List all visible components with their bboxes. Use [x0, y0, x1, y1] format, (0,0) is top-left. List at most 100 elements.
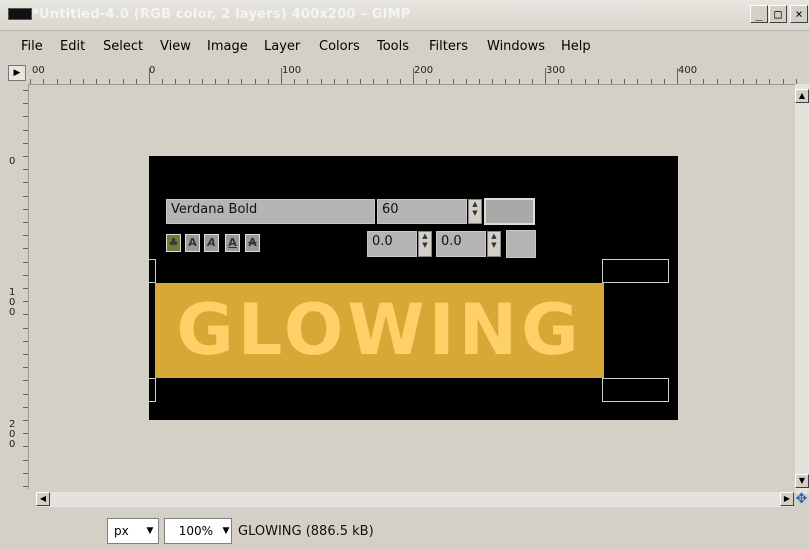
- text-color-button[interactable]: [484, 198, 535, 225]
- menu-layer[interactable]: Layer: [264, 39, 300, 54]
- ruler-tick: [782, 79, 784, 84]
- scroll-right-icon[interactable]: ▶: [780, 492, 794, 506]
- ruler-tick: [135, 79, 137, 84]
- ruler-tick: [83, 79, 84, 84]
- ruler-tick: [23, 433, 28, 435]
- ruler-tick: [23, 156, 28, 157]
- menu-help[interactable]: Help: [561, 39, 591, 54]
- menu-view[interactable]: View: [160, 39, 191, 54]
- ruler-tick: [23, 274, 28, 276]
- ruler-tick: [597, 79, 599, 84]
- scroll-up-icon[interactable]: ▲: [795, 89, 809, 103]
- ruler-tick: [23, 340, 28, 342]
- resize-handle-bottom-left[interactable]: [89, 378, 156, 402]
- ruler-tick: [228, 79, 230, 84]
- bold-icon[interactable]: A: [185, 234, 200, 252]
- ruler-tick: [122, 79, 124, 84]
- baseline-spinner[interactable]: ▲ ▼: [418, 231, 432, 257]
- ruler-tick: [281, 68, 282, 84]
- ruler-tick: [452, 79, 454, 84]
- menu-select[interactable]: Select: [103, 39, 143, 54]
- ruler-label: 00: [32, 65, 45, 76]
- menu-windows[interactable]: Windows: [487, 39, 545, 54]
- ruler-tick: [690, 79, 692, 84]
- ruler-tick: [215, 79, 216, 84]
- ruler-tick: [201, 79, 203, 84]
- ruler-label: 400: [678, 65, 698, 76]
- resize-handle-bottom-right[interactable]: [602, 378, 669, 402]
- underline-icon[interactable]: A: [225, 234, 240, 252]
- ruler-label: 0: [9, 156, 16, 167]
- ruler-tick: [96, 79, 98, 84]
- ruler-tick: [23, 486, 28, 487]
- ruler-tick: [23, 446, 28, 448]
- menu-colors[interactable]: Colors: [319, 39, 360, 54]
- ruler-tick: [492, 79, 494, 84]
- ruler-tick: [23, 380, 28, 382]
- vertical-scrollbar[interactable]: ▲ ▼: [795, 84, 809, 494]
- ruler-label: 300: [546, 65, 566, 76]
- ruler-tick: [23, 208, 28, 210]
- ruler-tick: [23, 235, 28, 237]
- font-size-field[interactable]: 60: [377, 199, 467, 224]
- menu-image[interactable]: Image: [207, 39, 248, 54]
- ruler-tick: [571, 79, 573, 84]
- italic-icon[interactable]: A: [204, 234, 219, 252]
- resize-handle-top-left[interactable]: [89, 259, 156, 283]
- ruler-tick: [479, 79, 480, 84]
- ruler-tick: [545, 68, 546, 84]
- ruler-label: 200: [414, 65, 434, 76]
- quick-mask-corner-button[interactable]: ▶: [8, 65, 26, 81]
- ruler-tick: [23, 248, 28, 250]
- ruler-tick: [729, 79, 731, 84]
- ruler-tick: [769, 79, 771, 84]
- ruler-tick: [439, 79, 441, 84]
- scroll-down-icon[interactable]: ▼: [795, 474, 809, 488]
- title-bar: *Untitled-4.0 (RGB color, 2 layers) 400x…: [0, 0, 809, 31]
- ruler-tick: [294, 79, 296, 84]
- horizontal-scrollbar[interactable]: ◀ ▶: [36, 492, 794, 507]
- kerning-field[interactable]: 0.0: [436, 231, 486, 257]
- ruler-tick: [531, 79, 533, 84]
- ruler-tick: [413, 68, 414, 84]
- ruler-tick: [320, 79, 322, 84]
- scroll-left-icon[interactable]: ◀: [36, 492, 50, 506]
- font-name-field[interactable]: Verdana Bold: [166, 199, 375, 224]
- clear-style-icon[interactable]: ♣: [166, 234, 181, 252]
- ruler-tick: [23, 459, 28, 461]
- ruler-tick: [175, 79, 177, 84]
- horizontal-ruler: 00 0 100 200 300 400: [28, 64, 798, 85]
- ruler-tick: [23, 169, 28, 171]
- menu-filters[interactable]: Filters: [429, 39, 468, 54]
- zoom-dropdown-arrow-icon[interactable]: ▼: [218, 518, 234, 544]
- font-size-spinner[interactable]: ▲ ▼: [468, 199, 482, 224]
- ruler-tick: [56, 79, 58, 84]
- ruler-tick: [23, 354, 28, 355]
- menu-edit[interactable]: Edit: [60, 39, 85, 54]
- ruler-tick: [43, 79, 45, 84]
- ruler-tick: [23, 142, 28, 144]
- ruler-tick: [716, 79, 718, 84]
- maximize-button[interactable]: □: [769, 5, 787, 23]
- window-title: *Untitled-4.0 (RGB color, 2 layers) 400x…: [32, 7, 411, 22]
- ruler-tick: [23, 367, 28, 369]
- menu-file[interactable]: File: [21, 39, 43, 54]
- kerning-spinner[interactable]: ▲ ▼: [487, 231, 501, 257]
- baseline-field[interactable]: 0.0: [367, 231, 417, 257]
- ruler-tick: [307, 79, 309, 84]
- ruler-tick: [677, 68, 678, 84]
- strikethrough-icon[interactable]: A: [245, 234, 260, 252]
- navigate-icon[interactable]: ✥: [794, 492, 809, 507]
- resize-handle-top-right[interactable]: [602, 259, 669, 283]
- close-button[interactable]: ×: [790, 5, 808, 23]
- minimize-button[interactable]: _: [750, 5, 768, 23]
- unit-dropdown-arrow-icon[interactable]: ▼: [142, 518, 158, 544]
- ruler-tick: [23, 90, 28, 91]
- color-swatch[interactable]: [506, 230, 536, 258]
- ruler-tick: [23, 288, 28, 289]
- ruler-tick: [426, 79, 428, 84]
- ruler-tick: [23, 222, 28, 223]
- menu-tools[interactable]: Tools: [377, 39, 409, 54]
- ruler-tick: [650, 79, 652, 84]
- menu-bar: File Edit Select View Image Layer Colors…: [0, 33, 809, 59]
